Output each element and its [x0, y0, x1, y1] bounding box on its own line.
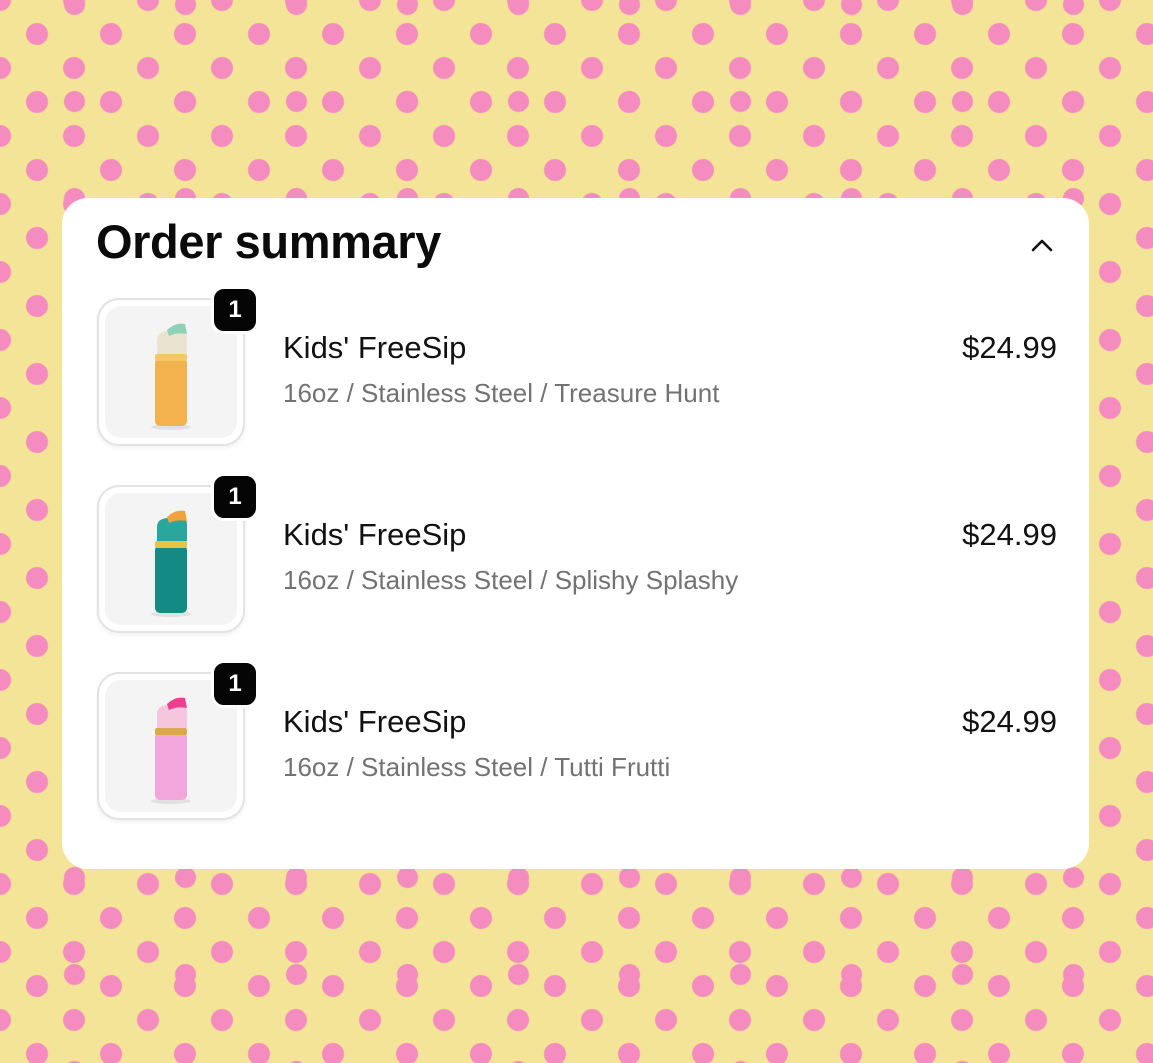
quantity-badge: 1	[211, 660, 259, 708]
product-price: $24.99	[962, 517, 1057, 552]
product-price: $24.99	[962, 330, 1057, 365]
order-summary-card: Order summary 1 Kids' FreeSip 16oz / Sta…	[62, 198, 1089, 869]
product-variant: 16oz / Stainless Steel / Tutti Frutti	[283, 752, 671, 782]
product-name: Kids' FreeSip	[283, 704, 467, 739]
product-price: $24.99	[962, 704, 1057, 739]
order-line-item: 1 Kids' FreeSip 16oz / Stainless Steel /…	[97, 473, 1057, 635]
order-line-item: 1 Kids' FreeSip 16oz / Stainless Steel /…	[97, 286, 1057, 448]
product-variant: 16oz / Stainless Steel / Treasure Hunt	[283, 378, 720, 408]
product-variant: 16oz / Stainless Steel / Splishy Splashy	[283, 565, 739, 595]
product-name: Kids' FreeSip	[283, 330, 467, 365]
chevron-up-icon	[1031, 239, 1053, 252]
product-name: Kids' FreeSip	[283, 517, 467, 552]
order-line-item: 1 Kids' FreeSip 16oz / Stainless Steel /…	[97, 660, 1057, 822]
order-summary-title: Order summary	[96, 215, 441, 268]
quantity-badge: 1	[211, 473, 259, 521]
quantity-badge: 1	[211, 286, 259, 334]
collapse-toggle-button[interactable]	[1021, 224, 1063, 266]
